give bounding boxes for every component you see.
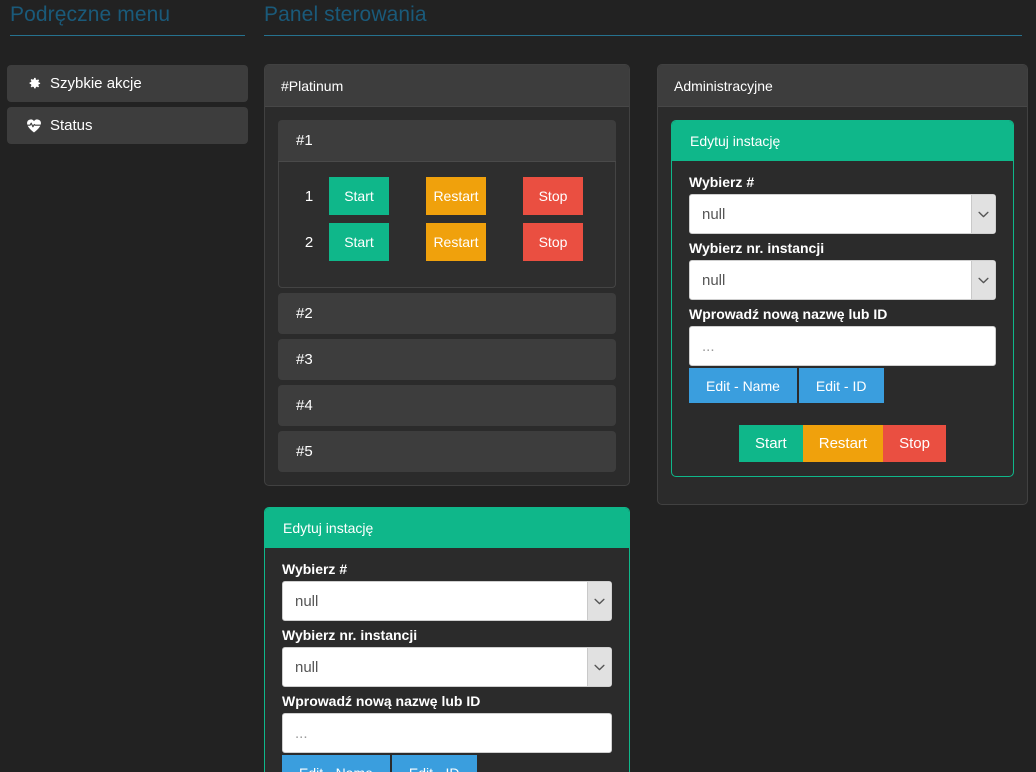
edit-name-button[interactable]: Edit - Name [689,368,797,403]
admin-panel-body: Edytuj instację Wybierz # null Wybierz n [658,107,1027,504]
edit-buttons-row-left: Edit - Name Edit - ID [282,755,612,772]
new-name-or-id-label: Wprowadź nową nazwę lub ID [689,306,996,322]
sidebar-item-status[interactable]: Status [7,107,248,144]
select-hash-dropdown[interactable]: null [282,581,612,621]
accordion-header-3[interactable]: #3 [278,339,616,380]
instance-number: 2 [295,234,329,251]
instance-row: 1 Start Restart Stop [295,177,599,215]
select-hash-label: Wybierz # [282,561,612,577]
chevron-down-icon [971,195,995,233]
sidebar-item-label: Status [50,117,93,134]
left-column: #Platinum #1 1 Start Restart Stop [264,64,630,772]
select-instance-label: Wybierz nr. instancji [282,627,612,643]
restart-button[interactable]: Restart [426,223,486,261]
accordion-item-5: #5 [278,431,616,472]
service-controls-row: Start Restart Stop [689,425,996,462]
edit-instance-card-right-header: Edytuj instację [672,121,1013,161]
select-instance-label: Wybierz nr. instancji [689,240,996,256]
sidebar-divider [10,35,245,36]
sidebar-item-label: Szybkie akcje [50,75,142,92]
select-instance-value: null [690,272,971,289]
right-column: Administracyjne Edytuj instację Wybierz … [657,64,1028,772]
new-name-or-id-input[interactable] [282,713,612,753]
sidebar-menu: Szybkie akcje Status [0,65,255,144]
accordion-header-1[interactable]: #1 [278,120,616,162]
main-content: Panel sterowania #Platinum #1 1 Start [255,0,1036,772]
accordion-body-1: 1 Start Restart Stop 2 Start Restart St [278,162,616,288]
restart-button[interactable]: Restart [426,177,486,215]
page-title: Panel sterowania [264,0,1022,28]
sidebar-header: Podręczne menu [0,0,255,36]
accordion-item-2: #2 [278,293,616,334]
main-header: Panel sterowania [255,0,1036,36]
sidebar-item-szybkie-akcje[interactable]: Szybkie akcje [7,65,248,102]
chevron-down-icon [587,648,611,686]
edit-id-button[interactable]: Edit - ID [799,368,884,403]
select-instance-dropdown[interactable]: null [282,647,612,687]
select-hash-value: null [283,593,587,610]
new-name-or-id-input[interactable] [689,326,996,366]
accordion-header-2[interactable]: #2 [278,293,616,334]
restart-button[interactable]: Restart [803,425,883,462]
edit-instance-card-right-body: Wybierz # null Wybierz nr. instancji [672,161,1013,476]
admin-panel: Administracyjne Edytuj instację Wybierz … [657,64,1028,505]
sidebar-title: Podręczne menu [10,0,245,28]
panels-row: #Platinum #1 1 Start Restart Stop [255,64,1036,772]
edit-instance-card-left: Edytuj instację Wybierz # null Wybierz n… [264,507,630,772]
start-button[interactable]: Start [739,425,803,462]
heart-pulse-icon [25,118,43,133]
edit-instance-card-left-body: Wybierz # null Wybierz nr. instancji nul… [265,548,629,772]
edit-id-button[interactable]: Edit - ID [392,755,477,772]
start-button[interactable]: Start [329,223,389,261]
stop-button[interactable]: Stop [883,425,946,462]
platinum-panel-header: #Platinum [265,65,629,107]
new-name-or-id-label: Wprowadź nową nazwę lub ID [282,693,612,709]
accordion-header-5[interactable]: #5 [278,431,616,472]
select-hash-dropdown[interactable]: null [689,194,996,234]
main-divider [264,35,1022,36]
instance-number: 1 [295,188,329,205]
select-instance-value: null [283,659,587,676]
stop-button[interactable]: Stop [523,177,583,215]
select-hash-label: Wybierz # [689,174,996,190]
accordion-item-4: #4 [278,385,616,426]
select-hash-value: null [690,206,971,223]
start-button[interactable]: Start [329,177,389,215]
accordion-item-1: #1 1 Start Restart Stop 2 [278,120,616,288]
gear-icon [25,76,43,91]
chevron-down-icon [971,261,995,299]
chevron-down-icon [587,582,611,620]
edit-buttons-row-right: Edit - Name Edit - ID [689,368,996,403]
edit-instance-card-right: Edytuj instację Wybierz # null Wybierz n [671,120,1014,477]
instance-row: 2 Start Restart Stop [295,223,599,261]
admin-panel-header: Administracyjne [658,65,1027,107]
edit-instance-card-left-header: Edytuj instację [265,508,629,548]
control-panel-page: Podręczne menu Szybkie akcje [0,0,1036,772]
accordion-item-3: #3 [278,339,616,380]
sidebar: Podręczne menu Szybkie akcje [0,0,255,772]
stop-button[interactable]: Stop [523,223,583,261]
platinum-panel-body: #1 1 Start Restart Stop 2 [265,107,629,485]
edit-name-button[interactable]: Edit - Name [282,755,390,772]
select-instance-dropdown[interactable]: null [689,260,996,300]
platinum-panel: #Platinum #1 1 Start Restart Stop [264,64,630,486]
accordion-header-4[interactable]: #4 [278,385,616,426]
